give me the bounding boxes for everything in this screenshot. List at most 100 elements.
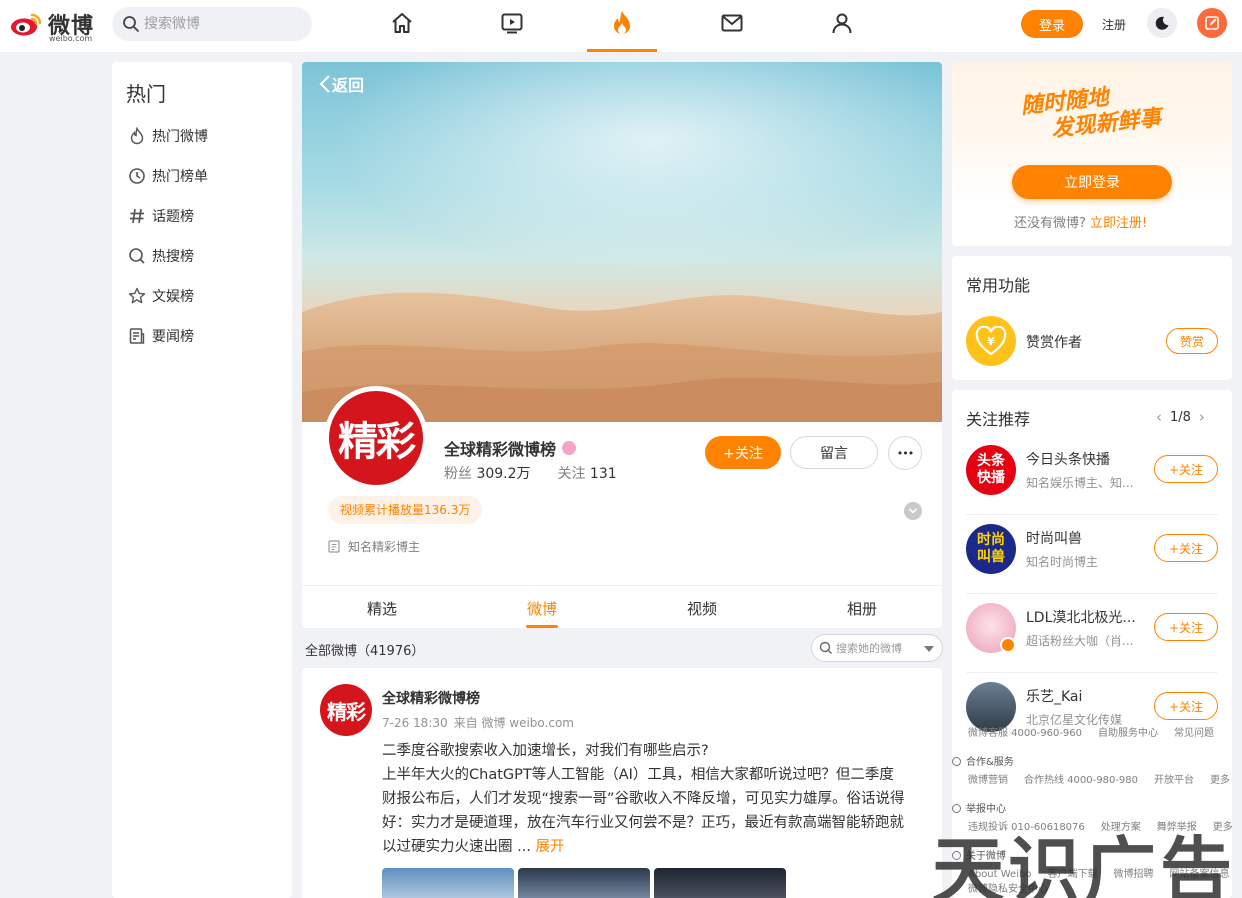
recommend-item[interactable]: 时尚叫兽 时尚叫兽 知名时尚博主 +关注 [952, 514, 1232, 593]
sidebar-item-topics[interactable]: 话题榜 [128, 204, 194, 228]
chevron-right-icon[interactable]: › [1199, 408, 1205, 426]
sidebar-item-entertainment[interactable]: 文娱榜 [128, 284, 194, 308]
recommend-follow-button[interactable]: +关注 [1154, 455, 1218, 483]
footer-row-coop: 微博营销 合作热线 4000-980-980 开放平台 更多 [968, 771, 1230, 786]
post-search[interactable] [811, 634, 943, 662]
post-image-2[interactable] [518, 868, 650, 898]
tab-video[interactable]: 视频 [662, 598, 742, 619]
caret-down-icon[interactable] [924, 646, 934, 652]
recommend-follow-button[interactable]: +关注 [1154, 692, 1218, 720]
follow-button[interactable]: +关注 [705, 436, 781, 469]
footer-link[interactable]: 合作热线 4000-980-980 [1024, 775, 1138, 786]
weibo-logo[interactable]: 微博 weibo.com [10, 6, 100, 43]
svg-text:¥: ¥ [987, 335, 995, 348]
nav-profile[interactable] [827, 8, 857, 38]
register-link[interactable]: 注册 [1102, 16, 1126, 33]
reward-button[interactable]: 赞赏 [1166, 328, 1218, 354]
recommend-name[interactable]: 今日头条快播 [1026, 449, 1146, 469]
no-account-label: 还没有微博? [1014, 216, 1086, 231]
dark-mode-toggle[interactable] [1147, 8, 1177, 38]
footer-link[interactable]: 常见问题 [1174, 728, 1214, 739]
profile-avatar[interactable]: 精彩 [324, 386, 428, 490]
nav-video[interactable] [497, 8, 527, 38]
login-now-button[interactable]: 立即登录 [1012, 165, 1172, 199]
chevron-down-icon [908, 508, 918, 514]
more-button[interactable]: ••• [888, 436, 922, 470]
post-image-3[interactable] [654, 868, 786, 898]
chevron-left-icon[interactable]: ‹ [1156, 408, 1162, 426]
tab-weibo[interactable]: 微博 [502, 598, 582, 619]
post-search-input[interactable] [836, 635, 916, 661]
footer-link[interactable]: 微博客服 4000-960-960 [968, 728, 1082, 739]
feed-post: 精彩 全球精彩微博榜 7-26 18:30 来自 微博 weibo.com 二季度… [302, 668, 942, 898]
search-input[interactable] [144, 7, 304, 41]
recommend-follow-button[interactable]: +关注 [1154, 613, 1218, 641]
login-button[interactable]: 登录 [1021, 10, 1083, 38]
compose-icon [1205, 16, 1219, 30]
profile-icon [832, 13, 852, 34]
recommend-item[interactable]: LDL漠北北极光... 超话粉丝大咖（肖... +关注 [952, 593, 1232, 672]
chevron-left-icon [319, 75, 330, 93]
sidebar-title: 热门 [126, 82, 166, 106]
post-line: 上半年大火的ChatGPT等人工智能（AI）工具，相信大家都听说过吧？但二季度 [382, 767, 894, 783]
recommend-avatar[interactable]: 时尚叫兽 [966, 524, 1016, 574]
post-avatar[interactable]: 精彩 [320, 684, 372, 736]
recommend-name[interactable]: 乐艺_Kai [1026, 686, 1146, 706]
footer-link[interactable]: 自助服务中心 [1098, 728, 1158, 739]
no-account-text: 还没有微博? 立即注册! [1014, 212, 1147, 231]
watermark: 天识广告 [932, 829, 1237, 898]
post-line: 财报公布后，人们才发现“搜索一哥”谷歌收入不降反增，可见实力雄厚。俗话说得 [382, 791, 905, 807]
footer-link[interactable]: 更多 [1210, 775, 1230, 786]
nav-active-indicator [587, 49, 657, 52]
vip-badge-icon[interactable] [562, 441, 577, 455]
footer-link[interactable]: 微博营销 [968, 775, 1008, 786]
play-count-badge: 视频累计播放量136.3万 [328, 496, 483, 524]
post-source: 来自 微博 weibo.com [453, 716, 574, 730]
message-button[interactable]: 留言 [790, 436, 878, 469]
register-now-link[interactable]: 立即注册! [1090, 216, 1147, 231]
sidebar-item-hot-list[interactable]: 热门榜单 [128, 164, 208, 188]
nav-messages[interactable] [717, 8, 747, 38]
recommend-avatar[interactable]: 头条快播 [966, 445, 1016, 495]
recommend-follow-button[interactable]: +关注 [1154, 534, 1218, 562]
back-button[interactable]: 返回 [318, 72, 364, 96]
sidebar-item-hot-search[interactable]: 热搜榜 [128, 244, 194, 268]
post-author[interactable]: 全球精彩微博榜 [382, 688, 480, 708]
profile-card: 返回 精彩 全球精彩微博榜 粉丝 309.2万 关注 131 +关注 留言 ••… [302, 62, 942, 628]
sidebar-item-label: 热门微博 [152, 129, 208, 145]
weibo-eye-icon [11, 13, 42, 36]
post-line: 好：实力才是硬道理，放在汽车行业又何尝不是？正巧，最近有款高端智能轿跑就 [382, 815, 904, 831]
recommend-name[interactable]: LDL漠北北极光... [1026, 607, 1146, 627]
verified-badge-icon [1000, 637, 1016, 653]
recommend-name[interactable]: 时尚叫兽 [1026, 528, 1146, 548]
document-icon [328, 540, 340, 553]
expand-info-button[interactable] [904, 502, 922, 520]
global-search[interactable] [112, 7, 312, 41]
post-meta: 7-26 18:30 来自 微博 weibo.com [382, 714, 574, 731]
recommend-pager: ‹ 1/8 › [1156, 408, 1205, 426]
nav-hot[interactable] [607, 8, 637, 38]
sidebar-item-hot-weibo[interactable]: 热门微博 [128, 124, 208, 148]
sidebar-item-label: 热门榜单 [152, 169, 208, 185]
compose-button[interactable] [1197, 8, 1227, 38]
avatar-text: 精彩 [329, 391, 423, 485]
fans-value[interactable]: 309.2万 [476, 466, 530, 482]
login-promo-card: 随时随地 发现新鲜事 立即登录 还没有微博? 立即注册! [952, 62, 1232, 246]
following-value[interactable]: 131 [590, 466, 617, 482]
profile-description: 知名精彩博主 [328, 538, 420, 555]
recommend-desc: 超话粉丝大咖（肖... [1026, 634, 1134, 648]
common-functions-card: 常用功能 ¥ 赞赏作者 赞赏 [952, 256, 1232, 380]
tab-featured[interactable]: 精选 [342, 598, 422, 619]
tab-album[interactable]: 相册 [822, 598, 902, 619]
post-time[interactable]: 7-26 18:30 [382, 716, 448, 730]
footer-link[interactable]: 开放平台 [1154, 775, 1194, 786]
flame-icon [130, 127, 144, 145]
sidebar-item-label: 话题榜 [152, 209, 194, 225]
sidebar-item-news[interactable]: 要闻榜 [128, 324, 194, 348]
recommend-item[interactable]: 头条快播 今日头条快播 知名娱乐博主、知... +关注 [952, 435, 1232, 514]
expand-link[interactable]: 展开 [536, 839, 565, 855]
footer-row-service: 微博客服 4000-960-960 自助服务中心 常见问题 [968, 724, 1214, 739]
post-image-1[interactable] [382, 868, 514, 898]
nav-home[interactable] [387, 8, 417, 38]
heart-icon [952, 757, 961, 766]
